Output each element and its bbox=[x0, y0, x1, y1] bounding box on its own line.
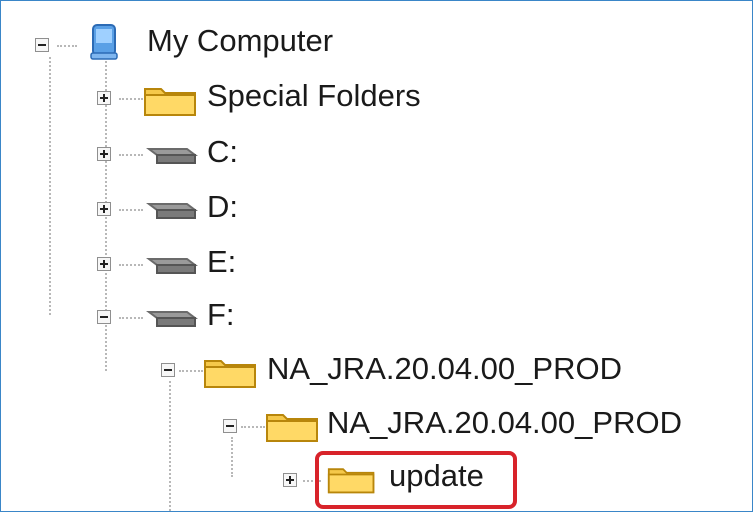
tree-item-special-folders[interactable]: Special Folders bbox=[207, 78, 421, 114]
tree-item-folder-na-jra-prod-sub[interactable]: NA_JRA.20.04.00_PROD bbox=[327, 405, 682, 441]
collapse-toggle[interactable] bbox=[161, 363, 175, 377]
tree-connector bbox=[119, 209, 143, 211]
drive-icon bbox=[143, 302, 199, 335]
tree-connector bbox=[119, 317, 143, 319]
expand-toggle[interactable] bbox=[97, 147, 111, 161]
drive-icon bbox=[143, 194, 199, 227]
tree-connector bbox=[49, 57, 51, 315]
tree-item-drive-f[interactable]: F: bbox=[207, 297, 235, 333]
tree-item-drive-c[interactable]: C: bbox=[207, 134, 238, 170]
tree-item-folder-na-jra-prod[interactable]: NA_JRA.20.04.00_PROD bbox=[267, 351, 622, 387]
tree-connector bbox=[119, 264, 143, 266]
tree-connector bbox=[119, 98, 143, 100]
folder-icon bbox=[265, 409, 321, 448]
tree-connector bbox=[119, 154, 143, 156]
expand-toggle[interactable] bbox=[97, 91, 111, 105]
collapse-toggle[interactable] bbox=[97, 310, 111, 324]
expand-toggle[interactable] bbox=[283, 473, 297, 487]
drive-icon bbox=[143, 249, 199, 282]
expand-toggle[interactable] bbox=[97, 202, 111, 216]
file-tree-panel: My Computer Special Folders C: D: E: F: … bbox=[0, 0, 753, 512]
tree-item-my-computer[interactable]: My Computer bbox=[147, 23, 333, 59]
tree-connector bbox=[57, 45, 77, 47]
folder-icon bbox=[143, 83, 199, 122]
tree-connector bbox=[231, 437, 233, 477]
tree-connector bbox=[179, 370, 203, 372]
tree-connector bbox=[169, 381, 171, 511]
collapse-toggle[interactable] bbox=[223, 419, 237, 433]
tree-connector bbox=[241, 426, 265, 428]
tree-item-drive-d[interactable]: D: bbox=[207, 189, 238, 225]
tree-item-folder-update[interactable]: update bbox=[389, 458, 484, 494]
computer-icon bbox=[85, 23, 125, 70]
tree-item-drive-e[interactable]: E: bbox=[207, 244, 236, 280]
folder-icon bbox=[327, 463, 377, 500]
drive-icon bbox=[143, 139, 199, 172]
expand-toggle[interactable] bbox=[97, 257, 111, 271]
collapse-toggle[interactable] bbox=[35, 38, 49, 52]
folder-icon bbox=[203, 355, 259, 394]
